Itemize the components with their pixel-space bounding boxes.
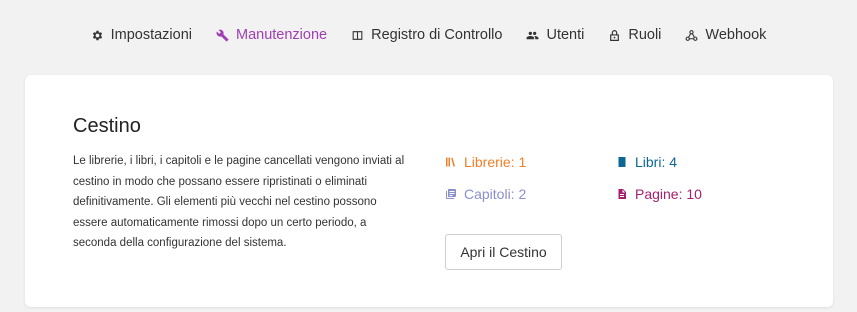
nav-item-label: Impostazioni [110,27,192,43]
chapter-icon [446,189,456,199]
stat-pagine-label: Pagine: 10 [635,186,702,202]
nav-item-impostazioni[interactable]: Impostazioni [91,27,192,43]
stat-capitoli[interactable]: Capitoli: 2 [445,186,526,202]
open-recycle-bin-button[interactable]: Apri il Cestino [445,234,562,270]
stat-librerie-label: Librerie: 1 [464,154,527,170]
gear-icon [92,30,102,40]
nav-item-manutenzione[interactable]: Manutenzione [216,27,327,43]
book-icon [618,157,626,167]
bookshelf-icon [446,157,455,167]
nav-item-label: Registro di Controllo [371,27,503,43]
audit-log-icon [352,30,363,40]
stat-librerie[interactable]: Librerie: 1 [445,154,526,170]
users-icon [527,31,539,39]
stat-libri-label: Libri: 4 [635,154,678,170]
webhook-icon [685,29,698,41]
nav-item-utenti[interactable]: Utenti [526,27,584,43]
nav-item-webhook[interactable]: Webhook [685,27,766,43]
recycle-bin-card: Cestino Le librerie, i libri, i capitoli… [25,75,833,307]
stat-capitoli-label: Capitoli: 2 [464,186,527,202]
lock-icon [610,29,620,41]
nav-item-label: Ruoli [628,27,662,43]
nav-item-label: Webhook [705,27,767,43]
nav-item-registro-di-controllo[interactable]: Registro di Controllo [351,27,502,43]
stat-pagine[interactable]: Pagine: 10 [616,186,702,202]
nav-item-label: Manutenzione [236,27,328,43]
recycle-bin-title: Cestino [73,115,141,137]
nav-item-label: Utenti [546,27,585,43]
stat-libri[interactable]: Libri: 4 [616,154,677,170]
nav-item-ruoli[interactable]: Ruoli [608,27,661,43]
page-icon [618,189,626,199]
settings-nav: Impostazioni Manutenzione Registro di Co… [0,27,857,43]
wrench-icon [216,29,229,41]
recycle-bin-description: Le librerie, i libri, i capitoli e le pa… [73,155,405,249]
